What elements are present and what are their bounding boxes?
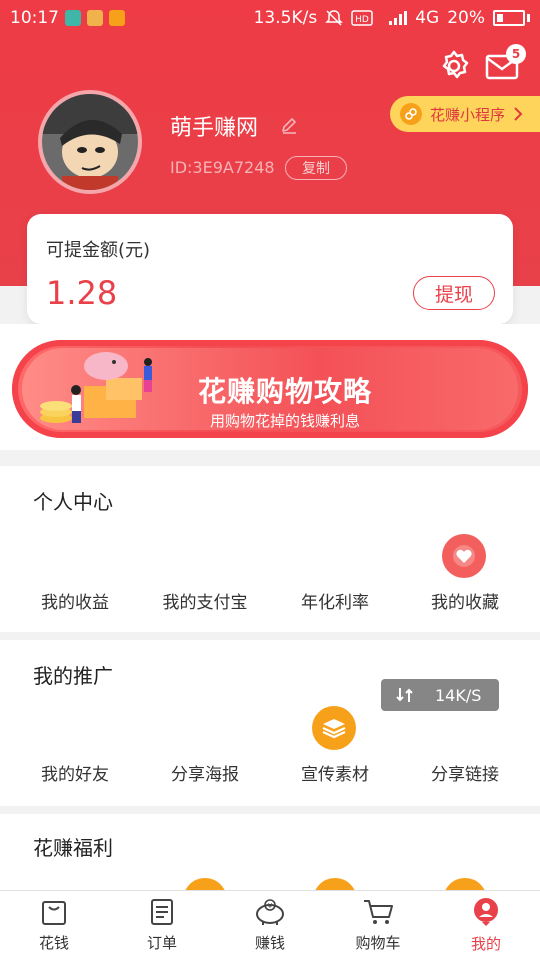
section-title: 个人中心 bbox=[33, 490, 113, 514]
my-favorites-item[interactable]: 我的收藏 bbox=[400, 588, 530, 613]
shopping-guide-banner[interactable]: 花赚购物攻略 用购物花掉的钱赚利息 bbox=[12, 340, 528, 438]
mail-badge: 5 bbox=[506, 44, 526, 64]
personal-center-section: 个人中心 我的收益 我的支付宝 年化利率 我的收藏 bbox=[0, 466, 540, 632]
gear-icon[interactable] bbox=[436, 48, 472, 84]
battery-percent: 20% bbox=[447, 8, 485, 28]
banner-illustration bbox=[40, 352, 152, 423]
share-link-item[interactable]: 分享链接 bbox=[400, 760, 530, 785]
screenshot-icon bbox=[65, 10, 81, 26]
order-list-icon bbox=[151, 899, 173, 925]
withdraw-button[interactable]: 提现 bbox=[413, 276, 495, 310]
shopping-bag-icon bbox=[42, 901, 66, 925]
bottom-nav: 花钱 订单 ¥ 赚钱 购物车 我的 bbox=[0, 890, 540, 960]
network-speed-overlay: 14K/S bbox=[381, 679, 499, 711]
heart-icon[interactable] bbox=[442, 534, 486, 578]
share-poster-item[interactable]: 分享海报 bbox=[140, 760, 270, 785]
layers-icon[interactable] bbox=[312, 706, 356, 750]
sync-arrows-icon bbox=[396, 688, 413, 702]
copy-id-button[interactable]: 复制 bbox=[285, 156, 347, 180]
nav-earn[interactable]: ¥ 赚钱 bbox=[216, 891, 324, 960]
my-friends-item[interactable]: 我的好友 bbox=[10, 760, 140, 785]
balance-label: 可提金额(元) bbox=[46, 240, 151, 261]
nav-spend[interactable]: 花钱 bbox=[0, 891, 108, 960]
app-notification-icon-2 bbox=[109, 10, 125, 26]
balance-value: 1.28 bbox=[46, 274, 118, 312]
my-alipay-item[interactable]: 我的支付宝 bbox=[140, 588, 270, 613]
app-notification-icon bbox=[87, 10, 103, 26]
welfare-section: 花赚福利 bbox=[0, 814, 540, 922]
shopping-cart-icon bbox=[364, 900, 393, 924]
chevron-right-icon bbox=[514, 107, 523, 121]
status-bar: 10:17 13.5K/s HD 4G 20% bbox=[0, 0, 540, 36]
banner-section: 花赚购物攻略 用购物花掉的钱赚利息 bbox=[0, 324, 540, 450]
nav-label: 花钱 bbox=[38, 934, 69, 952]
nav-orders[interactable]: 订单 bbox=[108, 891, 216, 960]
nav-cart[interactable]: 购物车 bbox=[324, 891, 432, 960]
section-title: 我的推广 bbox=[33, 664, 113, 688]
svg-text:¥: ¥ bbox=[268, 902, 273, 910]
banner-subtitle: 用购物花掉的钱赚利息 bbox=[210, 412, 361, 430]
user-profile-icon bbox=[474, 898, 498, 926]
battery-icon bbox=[493, 10, 525, 26]
nav-label: 我的 bbox=[470, 935, 501, 953]
promotion-section: 我的推广 我的好友 分享海报 宣传素材 分享链接 bbox=[0, 640, 540, 806]
mini-program-button[interactable]: 花赚小程序 bbox=[390, 96, 540, 132]
mute-bell-icon bbox=[325, 10, 344, 26]
network-speed: 13.5K/s bbox=[253, 8, 318, 28]
avatar-image bbox=[42, 94, 138, 190]
mini-program-label: 花赚小程序 bbox=[430, 105, 506, 124]
balance-card: 可提金额(元) 1.28 提现 bbox=[27, 214, 513, 324]
my-earnings-item[interactable]: 我的收益 bbox=[10, 588, 140, 613]
nav-label: 赚钱 bbox=[254, 934, 285, 952]
network-type: 4G bbox=[415, 8, 440, 28]
hd-icon: HD bbox=[351, 10, 373, 26]
svg-text:HD: HD bbox=[355, 15, 369, 25]
nav-label: 购物车 bbox=[355, 934, 401, 952]
promo-materials-item[interactable]: 宣传素材 bbox=[270, 760, 400, 785]
nav-label: 订单 bbox=[146, 934, 177, 952]
mini-program-icon bbox=[400, 103, 422, 125]
section-title: 花赚福利 bbox=[33, 836, 113, 860]
banner-title: 花赚购物攻略 bbox=[198, 375, 373, 408]
username: 萌手赚网 bbox=[170, 116, 259, 141]
piggy-bank-icon: ¥ bbox=[256, 899, 284, 925]
avatar[interactable] bbox=[38, 90, 142, 194]
signal-icon bbox=[389, 11, 408, 25]
user-id: ID:3E9A7248 bbox=[170, 158, 275, 177]
annual-rate-item[interactable]: 年化利率 bbox=[270, 588, 400, 613]
profile-page: 10:17 13.5K/s HD 4G 20% 5 花赚小程序 萌手赚网 ID:… bbox=[0, 0, 540, 960]
nav-mine[interactable]: 我的 bbox=[432, 891, 540, 960]
overlay-speed-text: 14K/S bbox=[435, 685, 482, 705]
edit-pencil-icon[interactable] bbox=[280, 116, 298, 134]
status-time: 10:17 bbox=[10, 8, 59, 28]
